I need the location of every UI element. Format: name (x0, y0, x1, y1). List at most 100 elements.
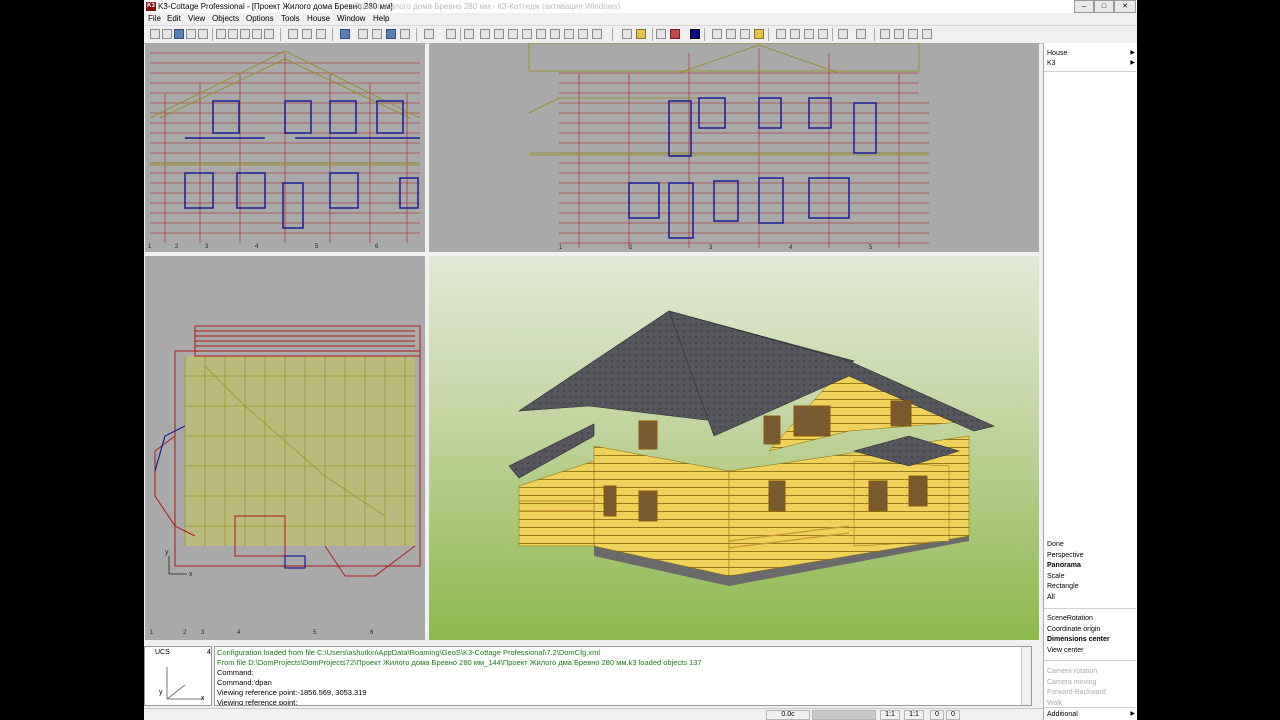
zoom-extents-icon[interactable] (578, 29, 588, 39)
menu-window[interactable]: Window (337, 14, 365, 24)
dimension-radius-icon[interactable] (818, 29, 828, 39)
dimension-chain-icon[interactable] (790, 29, 800, 39)
status-bar: 0.0c 1:1 1:1 0 0 (144, 708, 1043, 720)
zoom-window-icon[interactable] (508, 29, 518, 39)
svg-text:4: 4 (237, 630, 241, 636)
layers-icon[interactable] (636, 29, 646, 39)
material-icon[interactable] (690, 29, 700, 39)
panel-item-dimensions-center[interactable]: Dimensions center (1047, 635, 1110, 644)
color-icon[interactable] (670, 29, 680, 39)
zoom-out-icon[interactable] (494, 29, 504, 39)
pan-icon[interactable] (550, 29, 560, 39)
console-line: Command: (217, 668, 254, 677)
svg-text:3: 3 (201, 630, 205, 636)
command-console[interactable]: Configuration loaded from file C:\Users\… (214, 646, 1032, 706)
floor-plan-viewport[interactable]: y x 1 2 3 4 5 6 (145, 256, 425, 640)
object-snap-icon[interactable] (446, 29, 456, 39)
svg-text:4: 4 (789, 245, 793, 251)
move-icon[interactable] (856, 29, 866, 39)
zoom-in-icon[interactable] (480, 29, 490, 39)
console-input-line[interactable]: Viewing reference point: (217, 698, 297, 705)
zoom-scale-icon[interactable] (592, 29, 602, 39)
panel-item-scene-rotation[interactable]: SceneRotation (1047, 614, 1093, 623)
zoom-all-icon[interactable] (522, 29, 532, 39)
panel-item-additional[interactable]: Additional (1047, 710, 1078, 719)
print-preview-icon[interactable] (228, 29, 238, 39)
panel-item-coordinate-origin[interactable]: Coordinate origin (1047, 625, 1100, 634)
svg-text:1: 1 (148, 244, 152, 250)
minimize-button[interactable]: – (1074, 0, 1094, 13)
log-house-3d-model (508, 310, 995, 586)
svg-text:1: 1 (559, 245, 563, 251)
layout-1-icon[interactable] (358, 29, 368, 39)
print-icon[interactable] (216, 29, 226, 39)
eyedropper-icon[interactable] (726, 29, 736, 39)
menu-options[interactable]: Options (246, 14, 274, 24)
panel-item-k3[interactable]: K3 (1047, 59, 1056, 68)
maximize-button[interactable]: □ (1094, 0, 1114, 13)
console-scrollbar[interactable] (1021, 647, 1031, 705)
texture-icon[interactable] (740, 29, 750, 39)
plan-x-axis-label: x (189, 571, 193, 578)
svg-text:3: 3 (205, 244, 209, 250)
menu-house[interactable]: House (307, 14, 330, 24)
ucs-origin-icon[interactable] (838, 29, 848, 39)
layout-2-icon[interactable] (372, 29, 382, 39)
panel-item-view-center[interactable]: View center (1047, 646, 1083, 655)
3d-perspective-viewport[interactable] (429, 256, 1039, 640)
report-icon[interactable] (908, 29, 918, 39)
orbit-icon[interactable] (622, 29, 632, 39)
menu-objects[interactable]: Objects (212, 14, 239, 24)
stop-icon[interactable] (316, 29, 326, 39)
export-icon[interactable] (198, 29, 208, 39)
open-file-icon[interactable] (162, 29, 172, 39)
console-line: Configuration loaded from file C:\Users\… (217, 648, 601, 657)
grid-icon[interactable] (340, 29, 350, 39)
menu-tools[interactable]: Tools (281, 14, 300, 24)
panel-item-perspective[interactable]: Perspective (1047, 551, 1084, 560)
dimension-angle-icon[interactable] (804, 29, 814, 39)
save-as-icon[interactable] (186, 29, 196, 39)
menu-view[interactable]: View (188, 14, 205, 24)
menu-help[interactable]: Help (373, 14, 389, 24)
list-icon[interactable] (922, 29, 932, 39)
table-icon[interactable] (880, 29, 890, 39)
front-elevation-viewport[interactable]: 1 2 3 4 5 6 (145, 43, 425, 252)
close-button[interactable]: ✕ (1114, 0, 1136, 13)
redo-icon[interactable] (302, 29, 312, 39)
panel-item-done[interactable]: Done (1047, 540, 1064, 549)
main-toolbar (144, 25, 1137, 44)
menu-file[interactable]: File (148, 14, 161, 24)
zoom-realtime-icon[interactable] (564, 29, 574, 39)
panel-item-panorama[interactable]: Panorama (1047, 561, 1081, 570)
layout-3-icon[interactable] (386, 29, 396, 39)
svg-text:1: 1 (150, 630, 154, 636)
console-line: From file D:\DomProjects\DomProjects72\П… (217, 658, 702, 667)
status-slider[interactable] (812, 710, 876, 720)
status-scale-1: 1:1 (880, 710, 900, 720)
view-3d-icon[interactable] (464, 29, 474, 39)
svg-text:3: 3 (709, 245, 713, 251)
specification-icon[interactable] (894, 29, 904, 39)
new-file-icon[interactable] (150, 29, 160, 39)
home-icon[interactable] (240, 29, 250, 39)
chevron-right-icon: ▶ (1130, 711, 1135, 717)
panel-item-scale[interactable]: Scale (1047, 572, 1065, 581)
undo-icon[interactable] (288, 29, 298, 39)
paint-bucket-icon[interactable] (712, 29, 722, 39)
panel-item-house[interactable]: House (1047, 49, 1067, 58)
render-icon[interactable] (656, 29, 666, 39)
dimension-icon[interactable] (776, 29, 786, 39)
panel-item-all[interactable]: All (1047, 593, 1055, 602)
menu-edit[interactable]: Edit (167, 14, 181, 24)
cut-icon[interactable] (252, 29, 262, 39)
paste-icon[interactable] (264, 29, 274, 39)
layout-4-icon[interactable] (400, 29, 410, 39)
side-elevation-viewport[interactable]: 1 2 3 4 5 (429, 43, 1039, 252)
panel-item-rectangle[interactable]: Rectangle (1047, 582, 1079, 591)
zoom-previous-icon[interactable] (536, 29, 546, 39)
save-icon[interactable] (174, 29, 184, 39)
light-bulb-icon[interactable] (754, 29, 764, 39)
side-elevation-drawing: 1 2 3 4 5 (528, 43, 929, 251)
snap-icon[interactable] (424, 29, 434, 39)
